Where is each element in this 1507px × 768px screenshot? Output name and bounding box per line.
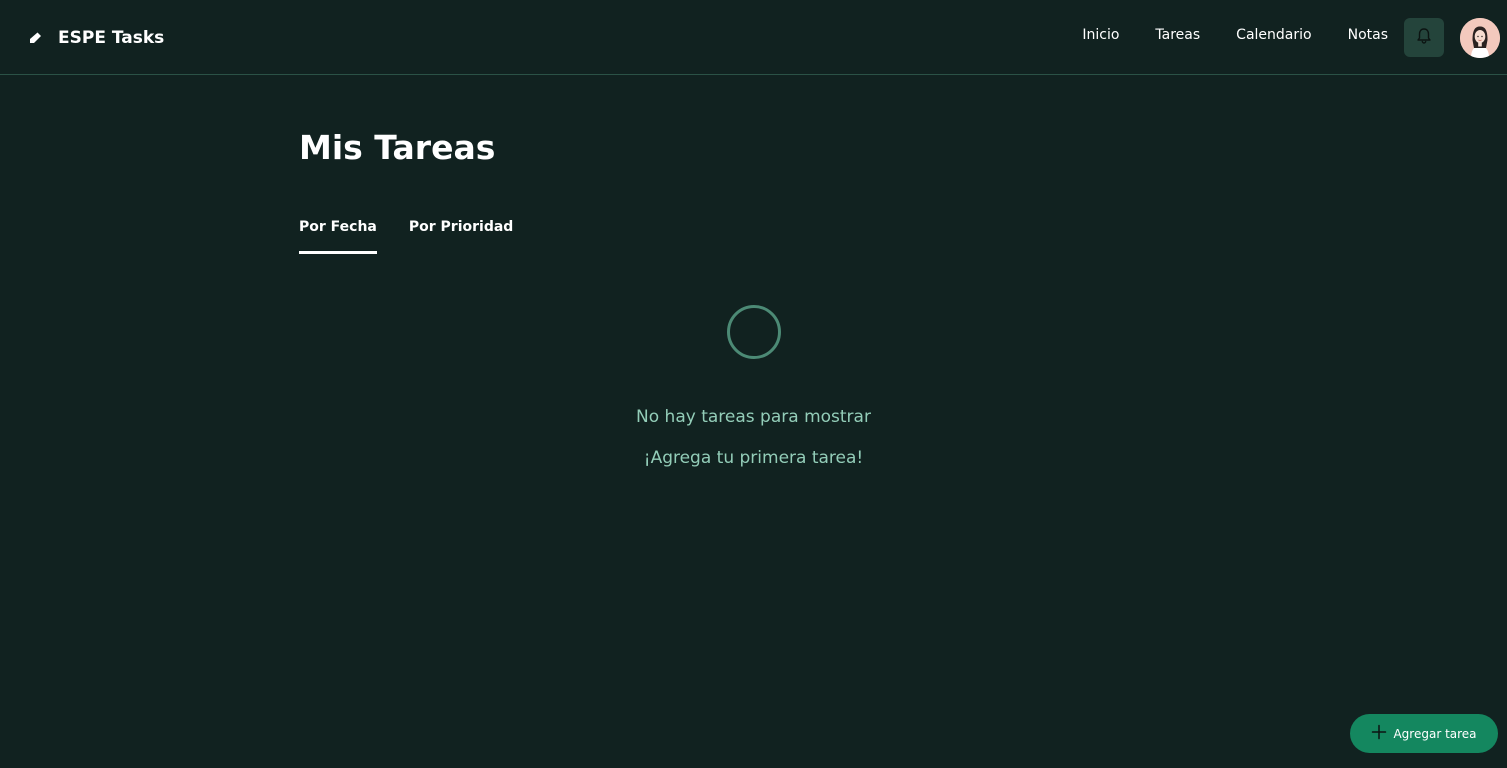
empty-state-title: No hay tareas para mostrar xyxy=(636,407,871,427)
tab-bar: Por Fecha Por Prioridad xyxy=(299,219,513,254)
nav-item-inicio[interactable]: Inicio xyxy=(1082,27,1119,43)
page-title: Mis Tareas xyxy=(299,128,496,167)
empty-state: No hay tareas para mostrar ¡Agrega tu pr… xyxy=(0,305,1507,468)
brand[interactable]: ESPE Tasks xyxy=(25,26,164,50)
main-nav: Inicio Tareas Calendario Notas xyxy=(1082,27,1388,43)
add-task-button[interactable]: Agregar tarea xyxy=(1350,714,1498,753)
tab-por-prioridad[interactable]: Por Prioridad xyxy=(409,219,513,254)
top-header: ESPE Tasks Inicio Tareas Calendario Nota… xyxy=(0,0,1507,75)
app-name: ESPE Tasks xyxy=(58,28,165,48)
empty-state-subtitle: ¡Agrega tu primera tarea! xyxy=(643,448,864,468)
user-avatar[interactable] xyxy=(1460,18,1500,58)
bell-icon xyxy=(1416,27,1432,49)
logo-icon xyxy=(25,26,45,50)
plus-icon xyxy=(1371,724,1387,743)
nav-item-tareas[interactable]: Tareas xyxy=(1155,27,1200,43)
add-task-label: Agregar tarea xyxy=(1393,726,1477,741)
nav-item-calendario[interactable]: Calendario xyxy=(1236,27,1311,43)
tab-por-fecha[interactable]: Por Fecha xyxy=(299,219,377,254)
empty-circle-icon xyxy=(726,305,781,359)
nav-item-notas[interactable]: Notas xyxy=(1348,27,1388,43)
notifications-button[interactable] xyxy=(1404,18,1444,57)
